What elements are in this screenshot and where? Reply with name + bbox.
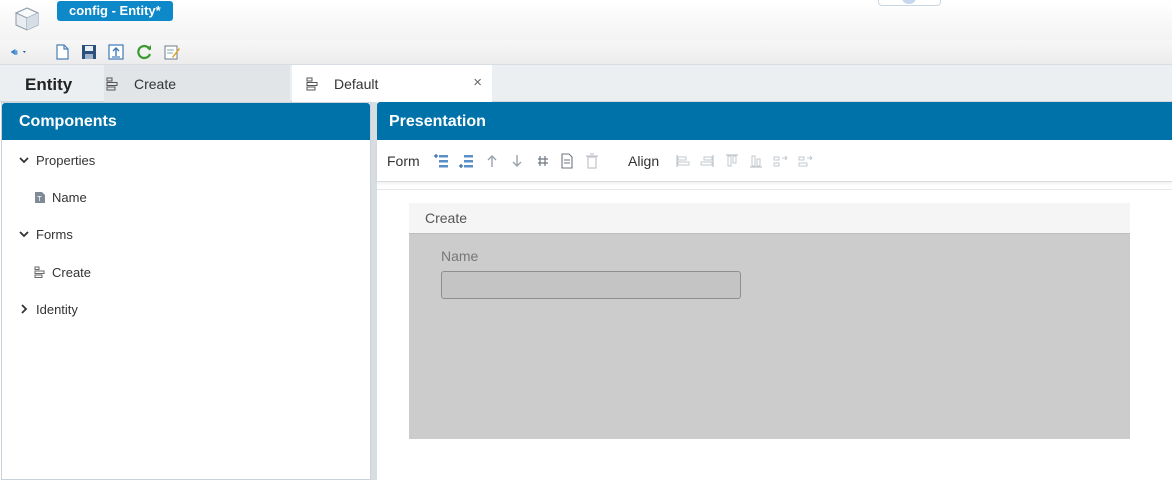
svg-text:T: T <box>36 195 42 203</box>
app-cube-icon[interactable] <box>14 6 40 32</box>
add-row-below-icon[interactable] <box>458 153 474 169</box>
trash-icon[interactable] <box>584 153 600 169</box>
distribute-vertical-icon[interactable] <box>798 153 814 169</box>
editor-tab-strip: Entity Create Default × <box>0 65 1172 102</box>
chevron-down-icon <box>19 157 29 164</box>
collapse-handle[interactable] <box>878 0 941 6</box>
move-up-icon[interactable] <box>484 153 500 169</box>
close-icon[interactable]: × <box>473 74 482 91</box>
name-field-input[interactable] <box>441 271 741 299</box>
document-tab[interactable]: config - Entity* <box>57 1 173 21</box>
document-icon[interactable] <box>559 153 575 169</box>
form-icon <box>306 77 320 91</box>
align-left-icon[interactable] <box>675 153 691 169</box>
align-bottom-icon[interactable] <box>748 153 764 169</box>
tab-default[interactable]: Default × <box>292 65 492 102</box>
form-preview-card[interactable]: Create Name <box>409 203 1130 439</box>
tree-item-create[interactable]: Create <box>34 262 91 282</box>
tree-item-name[interactable]: T Name <box>34 187 87 207</box>
name-field-label: Name <box>441 248 479 264</box>
save-icon[interactable] <box>80 43 98 61</box>
chevron-right-icon <box>21 304 28 314</box>
tree-item-label: Forms <box>36 226 73 242</box>
entity-label: Entity <box>25 75 73 94</box>
tab-create[interactable]: Create <box>104 65 290 102</box>
form-icon <box>106 77 120 91</box>
main-toolbar <box>0 40 1172 65</box>
components-panel: Components Properties T Name Forms Creat… <box>1 102 371 480</box>
tab-create-label: Create <box>134 75 177 92</box>
text-property-icon: T <box>35 191 45 203</box>
tree-item-properties[interactable]: Properties <box>18 150 95 170</box>
tree-item-label: Identity <box>36 301 78 317</box>
add-row-above-icon[interactable] <box>433 153 449 169</box>
align-label: Align <box>628 153 660 169</box>
tree-item-label: Properties <box>36 152 96 168</box>
form-toolbar: Form Align <box>377 140 1172 182</box>
export-icon[interactable] <box>107 43 125 61</box>
edit-icon[interactable] <box>163 43 181 61</box>
components-title: Components <box>2 103 370 140</box>
align-right-icon[interactable] <box>699 153 715 169</box>
form-label: Form <box>387 153 420 169</box>
move-down-icon[interactable] <box>509 153 525 169</box>
align-top-icon[interactable] <box>724 153 740 169</box>
distribute-horizontal-icon[interactable] <box>773 153 789 169</box>
presentation-title: Presentation <box>377 102 1172 140</box>
form-card-title: Create <box>409 203 1130 234</box>
form-icon <box>34 266 45 278</box>
presentation-panel: Presentation Form Align Create Name <box>377 102 1172 480</box>
tree-item-forms[interactable]: Forms <box>18 224 73 244</box>
tree-item-identity[interactable]: Identity <box>18 299 78 319</box>
chevron-down-icon <box>19 231 29 238</box>
presentation-canvas: Create Name <box>377 189 1172 480</box>
tree-item-label: Create <box>52 264 92 280</box>
tree-item-label: Name <box>52 189 87 205</box>
refresh-icon[interactable] <box>136 43 154 61</box>
back-dropdown-button[interactable] <box>9 43 43 61</box>
tab-default-label: Default <box>334 75 379 92</box>
title-bar: config - Entity* <box>0 0 1172 40</box>
new-file-icon[interactable] <box>53 43 71 61</box>
grid-icon[interactable] <box>535 153 551 169</box>
